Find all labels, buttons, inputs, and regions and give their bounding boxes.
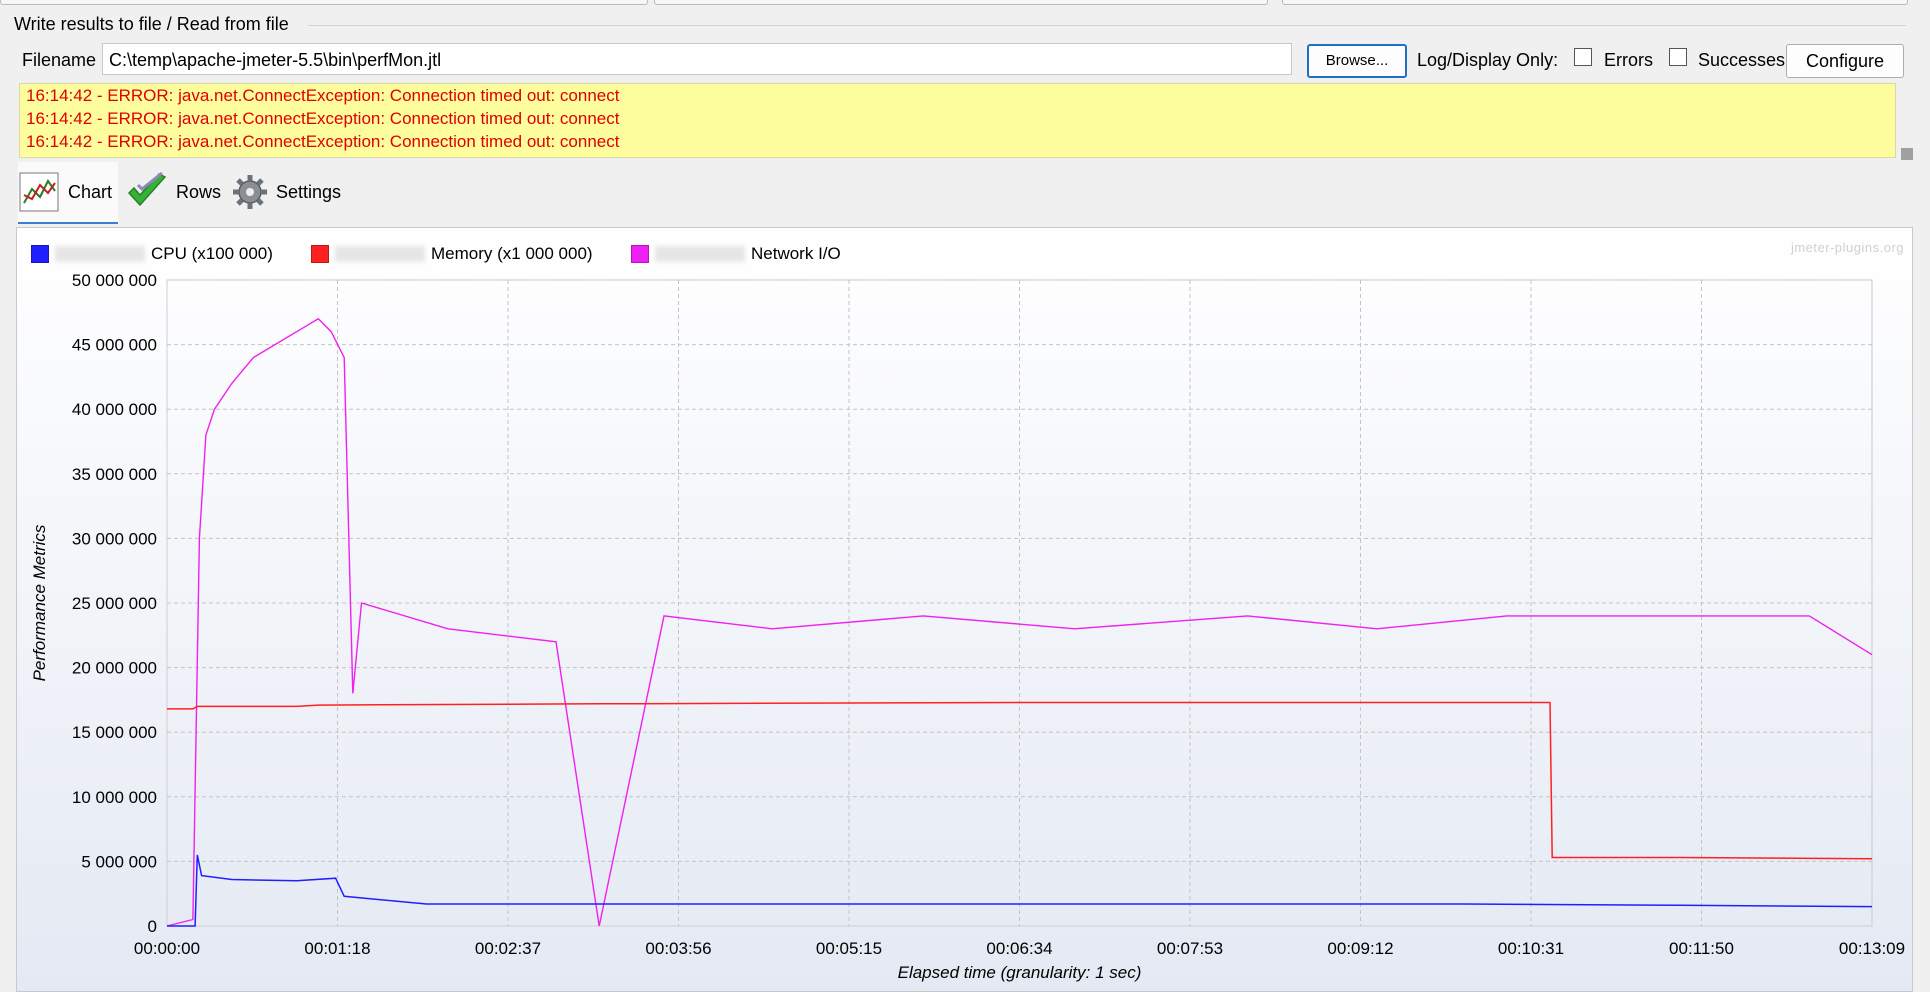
- y-tick-label: 35 000 000: [72, 465, 157, 484]
- chart-icon: [19, 172, 59, 212]
- x-tick-label: 00:03:56: [645, 939, 711, 958]
- top-panel-edge: [654, 0, 1268, 5]
- x-tick-label: 00:07:53: [1157, 939, 1223, 958]
- view-tabs: Chart Rows Settings: [18, 162, 348, 224]
- y-tick-label: 50 000 000: [72, 271, 157, 290]
- y-tick-label: 20 000 000: [72, 659, 157, 678]
- x-tick-label: 00:06:34: [986, 939, 1052, 958]
- tab-settings[interactable]: Settings: [232, 162, 352, 222]
- x-axis-label: Elapsed time (granularity: 1 sec): [898, 963, 1142, 982]
- y-tick-label: 0: [148, 917, 157, 936]
- x-tick-label: 00:09:12: [1327, 939, 1393, 958]
- successes-checkbox[interactable]: [1669, 48, 1687, 66]
- x-tick-label: 00:02:37: [475, 939, 541, 958]
- x-tick-label: 00:00:00: [134, 939, 200, 958]
- tab-chart[interactable]: Chart: [18, 162, 118, 224]
- y-tick-label: 40 000 000: [72, 400, 157, 419]
- x-tick-label: 00:05:15: [816, 939, 882, 958]
- y-tick-label: 25 000 000: [72, 594, 157, 613]
- browse-button[interactable]: Browse...: [1307, 44, 1407, 78]
- filename-input[interactable]: C:\temp\apache-jmeter-5.5\bin\perfMon.jt…: [102, 43, 1292, 75]
- y-tick-label: 30 000 000: [72, 529, 157, 548]
- gear-icon: [233, 175, 267, 209]
- checkmark-icon: [127, 171, 167, 207]
- tab-settings-label: Settings: [276, 181, 342, 202]
- error-log-area[interactable]: 16:14:42 - ERROR: java.net.ConnectExcept…: [19, 83, 1896, 158]
- top-panels-strip: [0, 0, 1930, 6]
- successes-label: Successes: [1698, 50, 1786, 70]
- top-panel-edge: [0, 0, 648, 5]
- chart-panel: jmeter-plugins.org CPU (x100 000) Memory…: [16, 227, 1913, 992]
- x-tick-label: 00:10:31: [1498, 939, 1564, 958]
- y-tick-label: 5 000 000: [81, 852, 157, 871]
- resize-grip[interactable]: [1901, 148, 1913, 160]
- performance-chart: 0 5 000 000 10 000 000 15 000 000 20 000 000…: [30, 271, 1905, 982]
- top-panel-edge: [1282, 0, 1908, 5]
- filename-label: Filename: [22, 50, 97, 70]
- y-axis-label: Performance Metrics: [30, 524, 49, 681]
- tab-rows-label: Rows: [176, 181, 222, 202]
- y-tick-label: 10 000 000: [72, 788, 157, 807]
- log-display-only-label: Log/Display Only:: [1417, 50, 1559, 70]
- errors-label: Errors: [1604, 50, 1653, 70]
- log-line: 16:14:42 - ERROR: java.net.ConnectExcept…: [26, 86, 620, 105]
- tab-chart-label: Chart: [68, 181, 113, 202]
- errors-checkbox[interactable]: [1574, 48, 1592, 66]
- x-tick-label: 00:11:50: [1669, 939, 1734, 958]
- y-tick-label: 45 000 000: [72, 336, 157, 355]
- configure-button[interactable]: Configure: [1786, 44, 1904, 78]
- log-line: 16:14:42 - ERROR: java.net.ConnectExcept…: [26, 109, 620, 128]
- x-tick-label: 00:13:09: [1839, 939, 1905, 958]
- y-tick-label: 15 000 000: [72, 723, 157, 742]
- log-line: 16:14:42 - ERROR: java.net.ConnectExcept…: [26, 132, 620, 151]
- tab-rows[interactable]: Rows: [126, 162, 236, 222]
- x-tick-label: 00:01:18: [304, 939, 370, 958]
